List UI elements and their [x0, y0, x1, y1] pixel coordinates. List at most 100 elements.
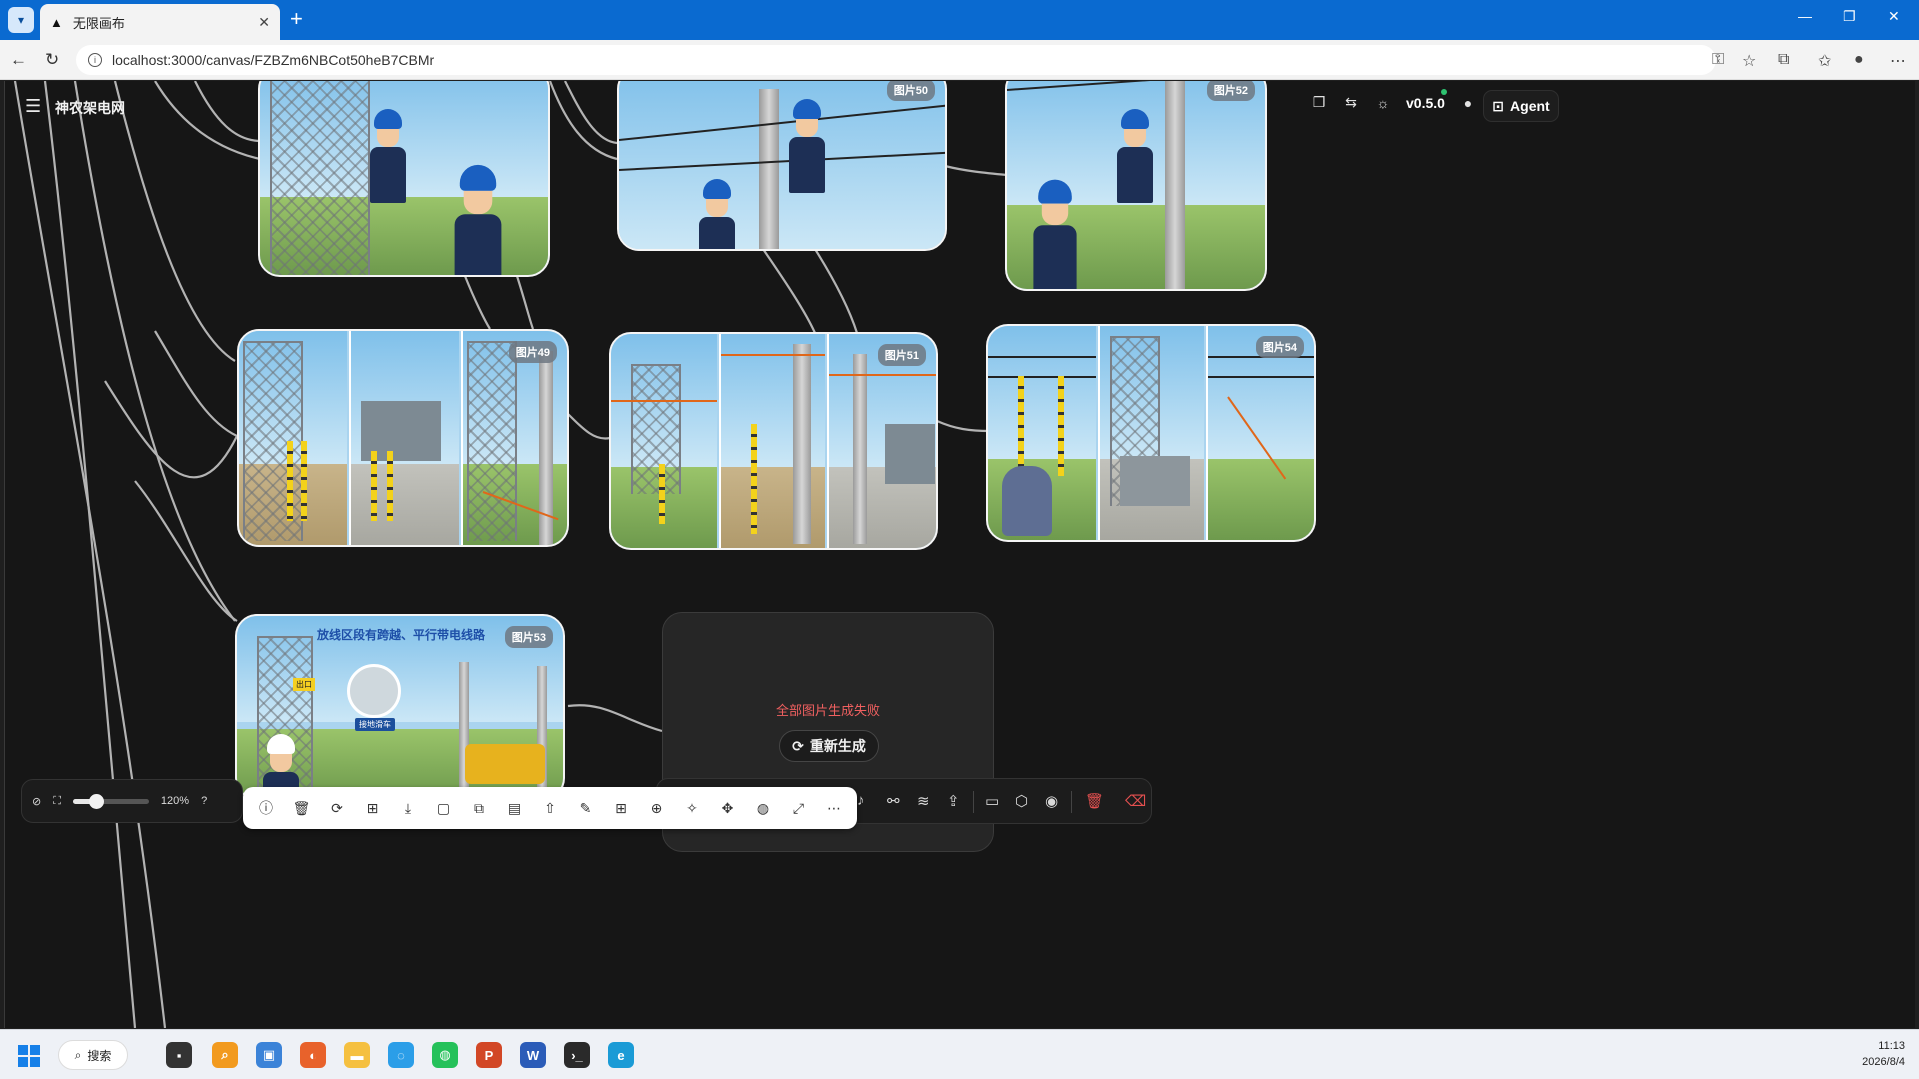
workflow-icon[interactable]: ⚯: [887, 792, 900, 810]
image-node-54[interactable]: 图片54: [986, 324, 1316, 542]
clock-date: 2026/8/4: [1862, 1056, 1905, 1068]
upload-icon[interactable]: ⇪: [947, 792, 960, 810]
info-icon[interactable]: ⓘ: [251, 798, 281, 818]
search-app-icon[interactable]: ⌕: [212, 1042, 238, 1068]
zoom-slider[interactable]: [72, 793, 149, 809]
share-icon[interactable]: ⇧: [535, 800, 565, 817]
address-field[interactable]: i localhost:3000/canvas/FZBZm6NBCot50heB…: [76, 45, 1716, 75]
window-restore-icon[interactable]: ❐: [1843, 8, 1856, 25]
cube-icon[interactable]: ⬡: [1015, 792, 1028, 810]
tab-list-chevron-icon[interactable]: ▾: [8, 7, 34, 33]
node-badge: 图片49: [508, 341, 557, 363]
version-label[interactable]: v0.5.0: [1406, 88, 1447, 111]
node-caption: 放线区段有跨越、平行带电线路: [317, 628, 486, 642]
back-arrow-icon[interactable]: ←: [10, 50, 27, 70]
layers-icon[interactable]: ≋: [917, 792, 930, 810]
wechat-icon[interactable]: ◍: [432, 1042, 458, 1068]
image-node-50[interactable]: 图片50: [617, 81, 947, 251]
github-icon[interactable]: ●: [1459, 95, 1477, 111]
edge-browser-icon[interactable]: e: [608, 1042, 634, 1068]
infinite-canvas[interactable]: 图片50 图片52 图片49 图片51 图片54 放线区段有跨越、平行带电线路 …: [4, 81, 1915, 1028]
powerpoint-icon[interactable]: P: [476, 1042, 502, 1068]
hamburger-menu-icon[interactable]: ☰: [25, 96, 41, 117]
node-badge: 图片50: [886, 81, 935, 101]
fit-screen-icon[interactable]: ⛶: [53, 795, 61, 808]
copy-icon[interactable]: ⧉: [464, 800, 494, 817]
download-icon[interactable]: ⤓: [393, 800, 423, 817]
delete-icon[interactable]: 🗑: [287, 800, 317, 817]
palette-icon[interactable]: ◉: [1045, 792, 1058, 810]
browser-tab-active[interactable]: ▲ 无限画布 ✕: [40, 4, 280, 40]
folder-icon[interactable]: ▭: [985, 792, 999, 810]
zoom-slider-thumb[interactable]: [88, 793, 104, 809]
grid-split-icon[interactable]: ⊞: [606, 800, 636, 817]
node-badge: 图片51: [877, 344, 926, 366]
node-badge: 图片52: [1206, 81, 1255, 101]
reload-icon[interactable]: ↻: [45, 50, 59, 70]
more-icon[interactable]: ⋯: [819, 800, 849, 817]
browser-toolbar: ← ↻ i localhost:3000/canvas/FZBZm6NBCot5…: [0, 40, 1919, 80]
fail-message: 全部图片生成失败: [775, 703, 880, 718]
browser-menu-icon[interactable]: ⋯: [1890, 51, 1906, 71]
zoom-controls: ⊘ ⛶ 120% ?: [21, 779, 243, 823]
magic-sparkle-icon[interactable]: ✧: [677, 800, 707, 817]
edit-pencil-icon[interactable]: ✎: [571, 800, 601, 817]
node-action-toolbar: ⓘ 🗑 ⟳ ⊞ ⤓ ▢ ⧉ ▤ ⇧ ✎ ⊞ ⊕ ✧ ✥ ◍ ⤢ ⋯: [243, 787, 857, 829]
app-favicon-icon: ▲: [50, 14, 63, 30]
eraser-icon[interactable]: ⌫: [1125, 792, 1146, 810]
music-icon[interactable]: ♪: [857, 792, 865, 809]
label-exit: 出口: [293, 678, 315, 691]
book-icon[interactable]: ❒: [1310, 94, 1328, 111]
windows-start-icon[interactable]: [18, 1045, 40, 1067]
favorite-star-icon[interactable]: ☆: [1742, 51, 1756, 71]
chat-app-icon[interactable]: ◌: [388, 1042, 414, 1068]
tab-close-icon[interactable]: ✕: [258, 14, 270, 31]
browser-tabbar: ▾ ▲ 无限画布 ✕ + — ❐ ✕: [0, 0, 1919, 40]
favorites-list-icon[interactable]: ✩: [1818, 51, 1831, 71]
save-to-folder-icon[interactable]: ⊞: [358, 800, 388, 817]
image-node-51[interactable]: 图片51: [609, 332, 938, 550]
profile-avatar-icon[interactable]: ●: [1854, 51, 1864, 69]
image-node-49[interactable]: 图片49: [237, 329, 569, 547]
remote-desktop-icon[interactable]: ▣: [256, 1042, 282, 1068]
new-tab-plus-icon[interactable]: +: [290, 8, 303, 30]
regenerate-button[interactable]: ⟳ 重新生成: [779, 730, 879, 762]
password-key-icon[interactable]: ⚿: [1712, 51, 1724, 69]
zoom-in-icon[interactable]: ⊕: [642, 800, 672, 817]
move-icon[interactable]: ✥: [713, 800, 743, 817]
agent-label: Agent: [1510, 98, 1550, 114]
header-actions: ❒ ⇆ ☼ v0.5.0 ● ⌨: [1310, 88, 1511, 111]
image-node-top-left[interactable]: [258, 81, 550, 277]
label-ground-pulley: 接地滑车: [355, 718, 395, 731]
node-badge: 图片53: [504, 626, 553, 648]
update-dot: [1440, 88, 1447, 95]
trash-icon[interactable]: 🗑: [1085, 792, 1104, 810]
task-view-icon[interactable]: ▪: [166, 1042, 192, 1068]
image-node-53[interactable]: 放线区段有跨越、平行带电线路 出口 接地滑车 图片53: [235, 614, 565, 800]
firefox-icon[interactable]: ◐: [300, 1042, 326, 1068]
expand-icon[interactable]: ⤢: [784, 800, 814, 817]
search-icon: ⌕: [74, 1047, 82, 1062]
extensions-icon[interactable]: ⧉: [1778, 51, 1789, 69]
flow-icon[interactable]: ⇆: [1342, 94, 1360, 111]
compass-icon[interactable]: ⊘: [32, 795, 41, 808]
window-minimize-icon[interactable]: —: [1798, 8, 1812, 24]
word-icon[interactable]: W: [520, 1042, 546, 1068]
tab-title: 无限画布: [72, 15, 125, 31]
help-icon[interactable]: ?: [201, 795, 207, 807]
node-badge: 图片54: [1255, 336, 1304, 358]
taskbar-search[interactable]: ⌕ 搜索: [58, 1040, 128, 1070]
site-info-icon[interactable]: i: [88, 53, 102, 67]
sphere-icon[interactable]: ◍: [748, 800, 778, 817]
theme-sun-icon[interactable]: ☼: [1374, 95, 1392, 111]
agent-button[interactable]: ⊡ Agent: [1483, 90, 1559, 122]
project-title: 神农架电网: [55, 100, 125, 116]
zoom-level: 120%: [160, 795, 190, 807]
terminal-icon[interactable]: ›_: [564, 1042, 590, 1068]
regenerate-icon[interactable]: ⟳: [322, 800, 352, 817]
window-close-icon[interactable]: ✕: [1888, 8, 1900, 25]
file-explorer-icon[interactable]: ▬: [344, 1042, 370, 1068]
document-icon[interactable]: ▤: [500, 800, 530, 817]
comment-icon[interactable]: ▢: [429, 800, 459, 817]
image-node-52[interactable]: 图片52: [1005, 81, 1267, 291]
